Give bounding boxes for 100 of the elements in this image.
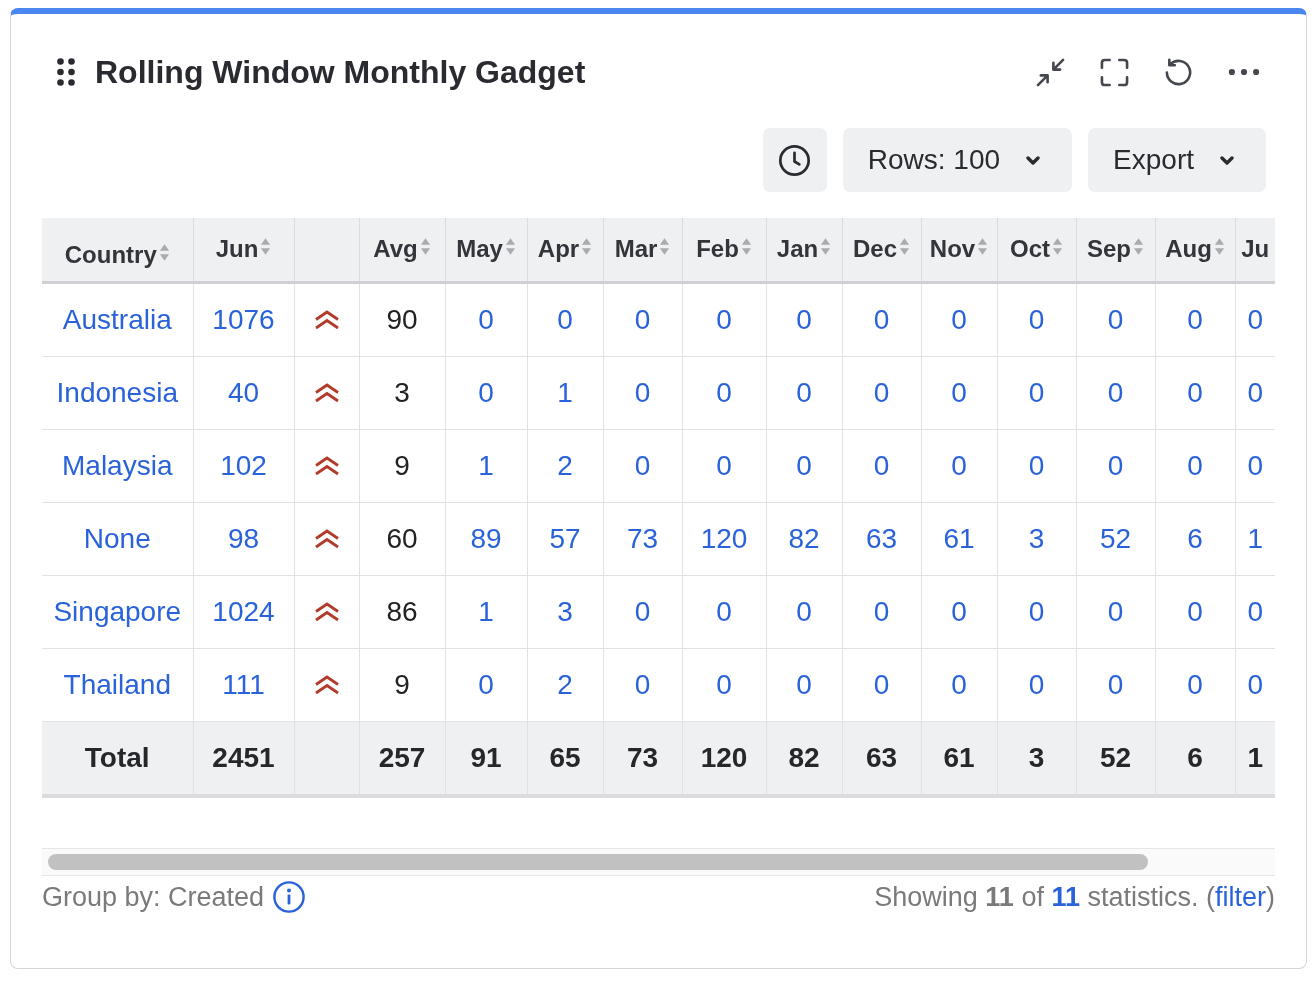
column-header[interactable]: Avg: [359, 218, 445, 282]
value-link[interactable]: 0: [1187, 595, 1203, 627]
value-link[interactable]: 0: [796, 668, 812, 700]
value-link[interactable]: 1: [557, 376, 573, 408]
country-link[interactable]: None: [83, 522, 151, 554]
value-link[interactable]: 0: [873, 449, 890, 481]
value-link[interactable]: 0: [478, 376, 494, 408]
value-link[interactable]: 1024: [212, 595, 275, 627]
value-link[interactable]: 0: [716, 668, 732, 700]
arrows-inward-icon[interactable]: [1036, 57, 1065, 87]
value-link[interactable]: 1: [478, 595, 494, 627]
value-link[interactable]: 0: [873, 595, 890, 627]
more-icon[interactable]: [1228, 68, 1260, 76]
value-link[interactable]: 73: [626, 522, 659, 554]
value-link[interactable]: 2: [557, 668, 573, 700]
value-link[interactable]: 1076: [212, 303, 275, 335]
value-link[interactable]: 0: [716, 449, 732, 481]
value-link[interactable]: 0: [1107, 595, 1124, 627]
info-icon[interactable]: [273, 880, 306, 913]
filter-link[interactable]: filter: [1215, 881, 1266, 912]
value-link[interactable]: 0: [1107, 376, 1124, 408]
column-header[interactable]: Ju: [1235, 218, 1275, 282]
value-link[interactable]: 0: [716, 376, 732, 408]
column-header[interactable]: Country: [42, 218, 193, 282]
value-link[interactable]: 0: [796, 449, 812, 481]
column-header[interactable]: Mar: [603, 218, 682, 282]
value-link[interactable]: 1: [478, 449, 494, 481]
column-header[interactable]: Oct: [997, 218, 1076, 282]
value-link[interactable]: 89: [470, 522, 502, 554]
scrollbar-thumb[interactable]: [48, 853, 1148, 870]
value-link[interactable]: 0: [634, 449, 651, 481]
column-header[interactable]: Feb: [682, 218, 766, 282]
value-link[interactable]: 0: [873, 668, 890, 700]
value-link[interactable]: 0: [1028, 668, 1045, 700]
value-link[interactable]: 0: [796, 376, 812, 408]
value-link[interactable]: 0: [1107, 668, 1124, 700]
value-link[interactable]: 0: [1247, 668, 1264, 700]
value-link[interactable]: 0: [1028, 595, 1045, 627]
value-link[interactable]: 2: [557, 449, 573, 481]
value-link[interactable]: 0: [1187, 376, 1203, 408]
value-link[interactable]: 0: [1028, 376, 1045, 408]
value-link[interactable]: 57: [549, 522, 581, 554]
value-link[interactable]: 0: [1247, 595, 1264, 627]
value-link[interactable]: 0: [478, 303, 494, 335]
value-link[interactable]: 40: [227, 376, 260, 408]
value-link[interactable]: 98: [227, 522, 260, 554]
count-link[interactable]: 11: [1051, 881, 1080, 912]
value-link[interactable]: 0: [796, 303, 812, 335]
value-link[interactable]: 0: [1247, 376, 1264, 408]
value-link[interactable]: 0: [1187, 668, 1203, 700]
value-link[interactable]: 0: [716, 595, 732, 627]
value-link[interactable]: 0: [1187, 449, 1203, 481]
value-link[interactable]: 6: [1187, 522, 1203, 554]
dropdown-button[interactable]: Rows: 100: [842, 128, 1073, 192]
history-button[interactable]: [762, 128, 827, 192]
value-link[interactable]: 0: [951, 595, 967, 627]
value-link[interactable]: 0: [951, 668, 967, 700]
country-link[interactable]: Indonesia: [56, 376, 178, 408]
column-header[interactable]: Jun: [193, 218, 294, 282]
column-header[interactable]: Dec: [842, 218, 921, 282]
value-link[interactable]: 3: [1028, 522, 1045, 554]
value-link[interactable]: 120: [700, 522, 748, 554]
value-link[interactable]: 0: [1107, 449, 1124, 481]
country-link[interactable]: Thailand: [63, 668, 171, 700]
value-link[interactable]: 1: [1247, 522, 1264, 554]
value-link[interactable]: 0: [634, 303, 651, 335]
value-link[interactable]: 0: [951, 303, 967, 335]
value-link[interactable]: 0: [634, 668, 651, 700]
value-link[interactable]: 0: [1247, 449, 1264, 481]
column-header[interactable]: Nov: [921, 218, 997, 282]
refresh-icon[interactable]: [1164, 57, 1193, 87]
value-link[interactable]: 0: [1107, 303, 1124, 335]
value-link[interactable]: 0: [1028, 449, 1045, 481]
country-link[interactable]: Singapore: [53, 595, 182, 627]
value-link[interactable]: 0: [796, 595, 812, 627]
column-header[interactable]: Apr: [527, 218, 603, 282]
dropdown-button[interactable]: Export: [1088, 128, 1266, 192]
column-header[interactable]: Aug: [1155, 218, 1235, 282]
value-link[interactable]: 0: [1247, 303, 1264, 335]
value-link[interactable]: 63: [865, 522, 898, 554]
value-link[interactable]: 3: [557, 595, 573, 627]
value-link[interactable]: 0: [557, 303, 573, 335]
value-link[interactable]: 0: [1028, 303, 1045, 335]
value-link[interactable]: 0: [951, 449, 967, 481]
column-header[interactable]: May: [445, 218, 527, 282]
value-link[interactable]: 111: [222, 668, 265, 700]
value-link[interactable]: 0: [1187, 303, 1203, 335]
column-header[interactable]: Jan: [766, 218, 842, 282]
value-link[interactable]: 0: [716, 303, 732, 335]
value-link[interactable]: 61: [943, 522, 975, 554]
column-header[interactable]: Sep: [1076, 218, 1155, 282]
country-link[interactable]: Malaysia: [62, 449, 173, 481]
value-link[interactable]: 0: [951, 376, 967, 408]
value-link[interactable]: 102: [220, 449, 267, 481]
fullscreen-icon[interactable]: [1100, 57, 1129, 87]
drag-handle-icon[interactable]: [57, 58, 75, 86]
value-link[interactable]: 52: [1099, 522, 1132, 554]
value-link[interactable]: 82: [788, 522, 820, 554]
value-link[interactable]: 0: [873, 303, 890, 335]
value-link[interactable]: 0: [634, 376, 651, 408]
